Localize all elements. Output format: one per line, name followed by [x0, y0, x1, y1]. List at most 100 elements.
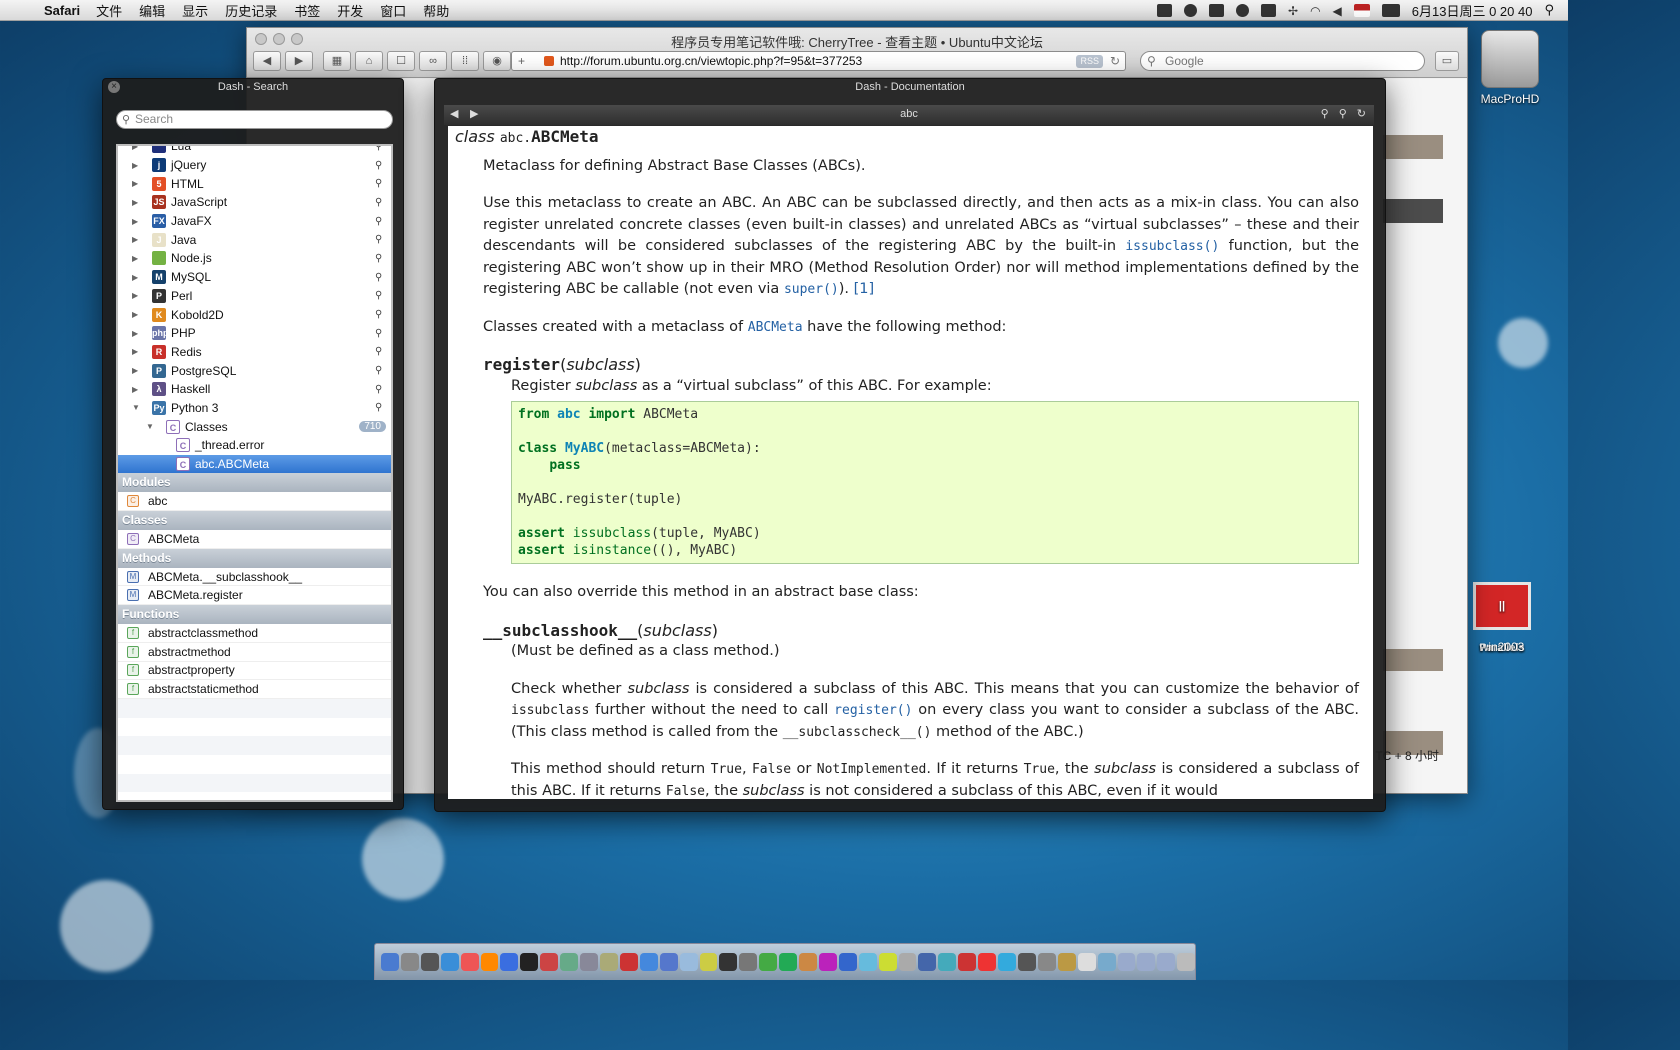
- dock-app-icon[interactable]: [400, 953, 419, 971]
- topsites-icon[interactable]: ▦: [323, 51, 351, 71]
- dock-app-icon[interactable]: [639, 953, 658, 971]
- dock-app-icon[interactable]: [998, 953, 1016, 971]
- collapsed-triangle-icon[interactable]: ▶: [132, 366, 142, 375]
- menu-window[interactable]: 窗口: [380, 1, 406, 20]
- dock-app-icon[interactable]: [1177, 953, 1196, 971]
- collapsed-triangle-icon[interactable]: ▶: [132, 385, 142, 394]
- docset-jquery[interactable]: ▶ j jQuery ⚲: [118, 156, 391, 175]
- result-item[interactable]: Cabc: [118, 492, 391, 512]
- dock-app-icon[interactable]: [480, 953, 499, 971]
- volume-icon[interactable]: ◀: [1333, 4, 1342, 18]
- desktop-hd[interactable]: MacProHD: [1460, 30, 1560, 106]
- battery-icon[interactable]: [1381, 3, 1400, 17]
- menu-help[interactable]: 帮助: [423, 1, 449, 20]
- tree-item-abc-abcmeta[interactable]: C abc.ABCMeta: [118, 454, 391, 474]
- zoom-out-icon[interactable]: ⚲: [1339, 107, 1347, 120]
- expanded-triangle-icon[interactable]: ▼: [132, 403, 142, 412]
- docset-javascript[interactable]: ▶ JS JavaScript ⚲: [118, 193, 391, 212]
- issubclass-link[interactable]: issubclass(): [1125, 239, 1219, 254]
- menu-bookmarks[interactable]: 书签: [294, 1, 320, 20]
- address-field[interactable]: + http://forum.ubuntu.org.cn/viewtopic.p…: [511, 51, 1126, 71]
- contrast-icon[interactable]: [1184, 3, 1197, 17]
- menubar-clock[interactable]: 6月13日周三 0 20 40: [1412, 1, 1533, 20]
- abcmeta-link[interactable]: ABCMeta: [748, 320, 803, 335]
- reload-icon[interactable]: ↻: [1110, 52, 1120, 70]
- result-item[interactable]: M ABCMeta.__subclasshook__: [118, 568, 391, 587]
- dock-app-icon[interactable]: [898, 953, 917, 971]
- docset-postgresql[interactable]: ▶ P PostgreSQL ⚲: [118, 361, 391, 380]
- dock-app-icon[interactable]: [779, 953, 798, 971]
- dock-app-icon[interactable]: [500, 953, 519, 971]
- dock-app-icon[interactable]: [599, 953, 618, 971]
- dock-app-icon[interactable]: [938, 953, 957, 971]
- menu-history[interactable]: 历史记录: [225, 1, 277, 20]
- tree-classes[interactable]: ▼ C Classes 710: [118, 417, 391, 436]
- add-bookmark-icon[interactable]: +: [518, 52, 525, 70]
- search-icon[interactable]: ⚲: [375, 216, 385, 227]
- close-icon[interactable]: ×: [108, 81, 120, 93]
- collapsed-triangle-icon[interactable]: ▶: [132, 217, 142, 226]
- docset-redis[interactable]: ▶ R Redis ⚲: [118, 343, 391, 362]
- reading-list-icon[interactable]: ▭: [1435, 51, 1459, 71]
- result-item[interactable]: M ABCMeta.register: [118, 586, 391, 606]
- dock-app-icon[interactable]: [918, 953, 937, 971]
- menu-view[interactable]: 显示: [182, 1, 208, 20]
- collapsed-triangle-icon[interactable]: ▶: [132, 146, 142, 151]
- docset-javafx[interactable]: ▶ FX JavaFX ⚲: [118, 212, 391, 231]
- dock-app-icon[interactable]: [1097, 953, 1116, 971]
- collapsed-triangle-icon[interactable]: ▶: [132, 235, 142, 244]
- search-icon[interactable]: ⚲: [375, 197, 385, 208]
- dock-app-icon[interactable]: [381, 953, 399, 971]
- search-icon[interactable]: ⚲: [375, 160, 385, 171]
- result-item[interactable]: f abstractmethod: [118, 643, 391, 662]
- menu-file[interactable]: 文件: [96, 1, 122, 20]
- dock-app-icon[interactable]: [460, 953, 479, 971]
- docset-lua[interactable]: ▶ Lua ⚲: [118, 146, 391, 156]
- dock-app-icon[interactable]: [619, 953, 638, 971]
- move-icon[interactable]: ✢: [1288, 4, 1298, 18]
- dash-search-input[interactable]: ⚲ Search: [116, 110, 393, 129]
- search-icon[interactable]: ⚲: [375, 402, 385, 413]
- search-icon[interactable]: ⚲: [375, 272, 385, 283]
- bookmarks-icon[interactable]: ☐: [387, 51, 415, 71]
- search-icon[interactable]: ⚲: [375, 328, 385, 339]
- dock-app-icon[interactable]: [1157, 953, 1176, 971]
- dock-app-icon[interactable]: [1137, 953, 1156, 971]
- link-icon[interactable]: ∞: [419, 51, 447, 71]
- result-item[interactable]: f abstractclassmethod: [118, 624, 391, 643]
- docset-html[interactable]: ▶ 5 HTML ⚲: [118, 174, 391, 193]
- dock-app-icon[interactable]: [699, 953, 718, 971]
- search-icon[interactable]: ⚲: [375, 365, 385, 376]
- collapsed-triangle-icon[interactable]: ▶: [132, 254, 142, 263]
- menu-edit[interactable]: 编辑: [139, 1, 165, 20]
- dock-app-icon[interactable]: [878, 953, 897, 971]
- menu-develop[interactable]: 开发: [337, 1, 363, 20]
- docset-python-3[interactable]: ▼ Py Python 3 ⚲: [118, 399, 391, 418]
- dock-app-icon[interactable]: [520, 953, 539, 971]
- dock-app-icon[interactable]: [679, 953, 698, 971]
- flag-icon[interactable]: [1353, 3, 1370, 17]
- dock-app-icon[interactable]: [958, 953, 977, 971]
- dock-app-icon[interactable]: [1018, 953, 1036, 971]
- collapsed-triangle-icon[interactable]: ▶: [132, 329, 142, 338]
- reload-icon[interactable]: ↻: [1357, 107, 1366, 120]
- result-item[interactable]: C ABCMeta: [118, 530, 391, 549]
- grid-icon[interactable]: ⁞⁞: [451, 51, 479, 71]
- docset-haskell[interactable]: ▶ λ Haskell ⚲: [118, 380, 391, 399]
- cat-icon[interactable]: [1157, 3, 1172, 17]
- collapsed-triangle-icon[interactable]: ▶: [132, 161, 142, 170]
- google-search-field[interactable]: ⚲ Google: [1140, 51, 1425, 71]
- home-icon[interactable]: ⌂: [355, 51, 383, 71]
- result-item[interactable]: f abstractproperty: [118, 662, 391, 681]
- zoom-in-icon[interactable]: ⚲: [1321, 107, 1329, 120]
- dock-app-icon[interactable]: [1117, 953, 1136, 971]
- tree-item-thread-error[interactable]: C _thread.error: [118, 436, 391, 455]
- footnote-link[interactable]: [1]: [854, 281, 875, 297]
- search-icon[interactable]: ⚲: [375, 384, 385, 395]
- dock-app-icon[interactable]: [1037, 953, 1056, 971]
- dock-app-icon[interactable]: [560, 953, 579, 971]
- collapsed-triangle-icon[interactable]: ▶: [132, 291, 142, 300]
- app-menu[interactable]: Safari: [44, 3, 80, 18]
- collapsed-triangle-icon[interactable]: ▶: [132, 347, 142, 356]
- docset-mysql[interactable]: ▶ M MySQL ⚲: [118, 268, 391, 287]
